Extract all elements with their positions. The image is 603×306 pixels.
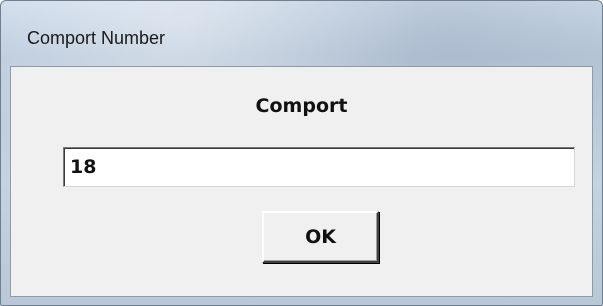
comport-label: Comport bbox=[255, 95, 348, 117]
title-bar[interactable]: Comport Number bbox=[1, 1, 602, 49]
dialog-body: Comport OK bbox=[10, 66, 593, 297]
dialog-window: Comport Number Comport OK bbox=[0, 0, 603, 306]
window-title: Comport Number bbox=[27, 28, 166, 48]
ok-button[interactable]: OK bbox=[262, 211, 379, 263]
comport-number-input[interactable] bbox=[63, 147, 575, 187]
